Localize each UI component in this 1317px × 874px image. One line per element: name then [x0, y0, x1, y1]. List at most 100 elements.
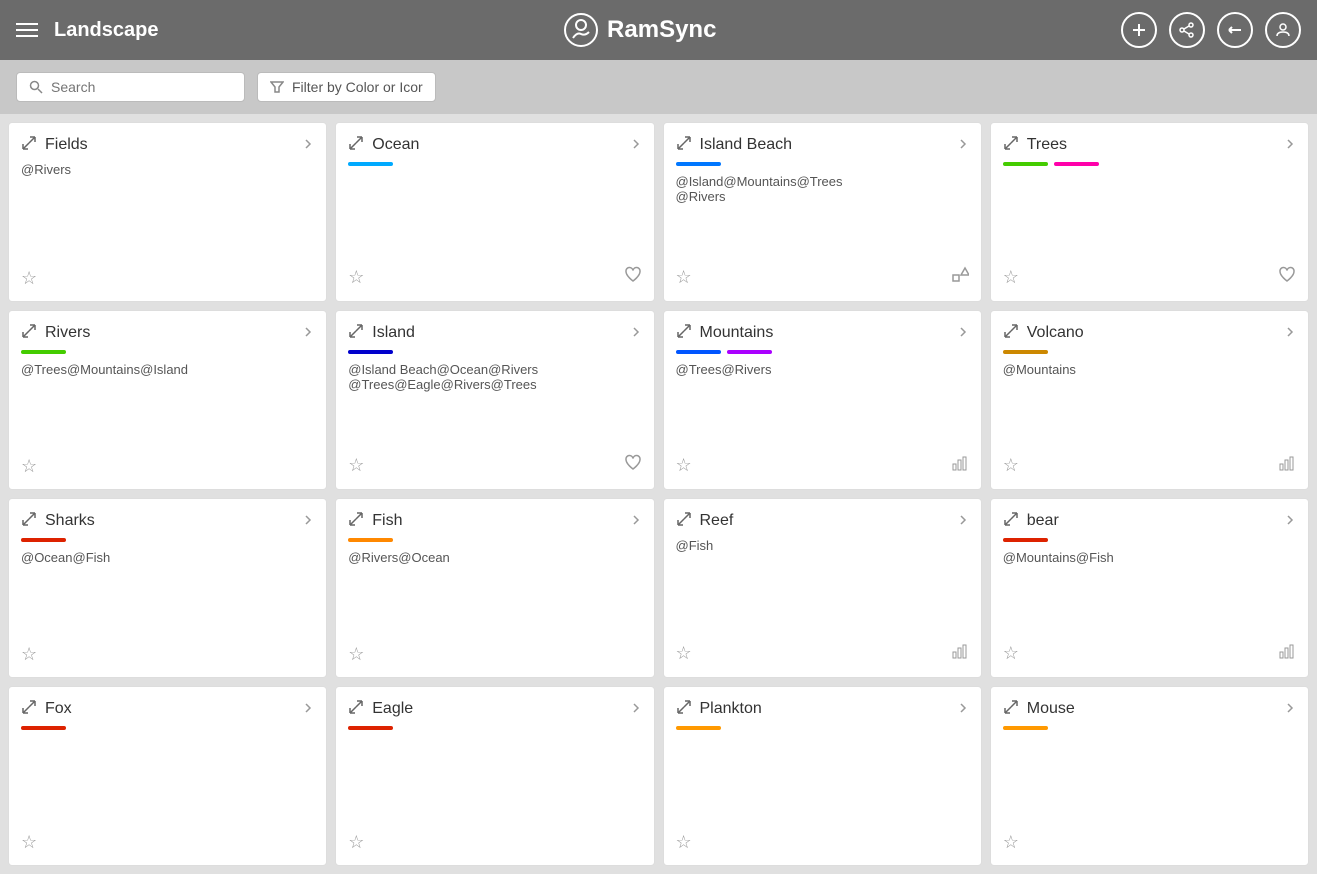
filter-container[interactable]: Filter by Color or Icor	[257, 72, 436, 102]
heart-icon[interactable]	[624, 454, 642, 477]
star-icon[interactable]: ☆	[676, 455, 692, 476]
star-icon[interactable]: ☆	[348, 644, 364, 665]
chevron-right-icon[interactable]	[957, 325, 969, 341]
expand-icon[interactable]	[676, 511, 692, 530]
card-footer: ☆	[1003, 634, 1296, 665]
expand-icon[interactable]	[21, 511, 37, 530]
app-title: Landscape	[54, 19, 158, 42]
chevron-right-icon[interactable]	[630, 701, 642, 717]
card-title: Volcano	[1027, 324, 1084, 342]
chevron-right-icon[interactable]	[957, 513, 969, 529]
star-icon[interactable]: ☆	[676, 267, 692, 288]
expand-icon[interactable]	[1003, 135, 1019, 154]
expand-icon[interactable]	[676, 135, 692, 154]
heart-icon[interactable]	[624, 266, 642, 289]
card-fish: Fish @Rivers@Ocean☆	[335, 498, 654, 678]
chevron-right-icon[interactable]	[1284, 137, 1296, 153]
chevron-right-icon[interactable]	[957, 137, 969, 153]
expand-icon[interactable]	[1003, 699, 1019, 718]
logo-text: RamSync	[607, 16, 716, 44]
star-icon[interactable]: ☆	[21, 644, 37, 665]
search-container[interactable]	[16, 72, 245, 102]
logo-icon	[563, 12, 599, 48]
expand-icon[interactable]	[348, 323, 364, 342]
star-icon[interactable]: ☆	[21, 268, 37, 289]
toolbar: Filter by Color or Icor	[0, 60, 1317, 114]
card-bear: bear @Mountains@Fish☆	[990, 498, 1309, 678]
star-icon[interactable]: ☆	[21, 456, 37, 477]
chevron-right-icon[interactable]	[302, 137, 314, 153]
chevron-right-icon[interactable]	[302, 513, 314, 529]
expand-icon[interactable]	[676, 323, 692, 342]
expand-icon[interactable]	[348, 135, 364, 154]
color-bar	[348, 538, 393, 542]
chevron-right-icon[interactable]	[1284, 513, 1296, 529]
star-icon[interactable]: ☆	[348, 455, 364, 476]
star-icon[interactable]: ☆	[1003, 455, 1019, 476]
color-bar	[676, 350, 721, 354]
heart-icon[interactable]	[1278, 266, 1296, 289]
card-footer: ☆	[348, 446, 641, 477]
search-input[interactable]	[51, 79, 232, 95]
expand-icon[interactable]	[676, 699, 692, 718]
chevron-right-icon[interactable]	[630, 513, 642, 529]
color-bars	[21, 538, 314, 542]
expand-icon[interactable]	[1003, 323, 1019, 342]
star-icon[interactable]: ☆	[348, 832, 364, 853]
star-icon[interactable]: ☆	[348, 267, 364, 288]
chevron-right-icon[interactable]	[1284, 325, 1296, 341]
star-icon[interactable]: ☆	[1003, 832, 1019, 853]
expand-icon[interactable]	[348, 699, 364, 718]
card-header: Fish	[348, 511, 641, 530]
sync-button[interactable]	[1217, 12, 1253, 48]
expand-icon[interactable]	[1003, 511, 1019, 530]
expand-icon[interactable]	[21, 323, 37, 342]
expand-icon[interactable]	[21, 135, 37, 154]
expand-icon[interactable]	[348, 511, 364, 530]
card-title: Fox	[45, 700, 72, 718]
card-sharks: Sharks @Ocean@Fish☆	[8, 498, 327, 678]
color-bar	[348, 162, 393, 166]
card-island: Island @Island Beach@Ocean@Rivers @Trees…	[335, 310, 654, 490]
filter-icon	[270, 80, 284, 94]
shape-icon[interactable]	[951, 266, 969, 289]
chevron-right-icon[interactable]	[302, 325, 314, 341]
card-rivers: Rivers @Trees@Mountains@Island☆	[8, 310, 327, 490]
color-bars	[21, 726, 314, 730]
card-title: Fields	[45, 136, 88, 154]
color-bar	[348, 726, 393, 730]
add-button[interactable]	[1121, 12, 1157, 48]
chart-icon[interactable]	[1278, 454, 1296, 477]
chevron-right-icon[interactable]	[957, 701, 969, 717]
header-center: RamSync	[158, 12, 1121, 48]
chevron-right-icon[interactable]	[1284, 701, 1296, 717]
chevron-right-icon[interactable]	[630, 325, 642, 341]
color-bar	[1054, 162, 1099, 166]
star-icon[interactable]: ☆	[676, 832, 692, 853]
star-icon[interactable]: ☆	[676, 643, 692, 664]
color-bar	[676, 162, 721, 166]
header-left: Landscape	[16, 19, 158, 42]
color-bars	[676, 162, 969, 166]
chevron-right-icon[interactable]	[302, 701, 314, 717]
card-tags: @Rivers	[21, 162, 314, 260]
card-title: Sharks	[45, 512, 95, 530]
star-icon[interactable]: ☆	[1003, 643, 1019, 664]
chart-icon[interactable]	[951, 454, 969, 477]
chart-icon[interactable]	[951, 642, 969, 665]
color-bar	[1003, 538, 1048, 542]
color-bars	[348, 538, 641, 542]
card-header: Mountains	[676, 323, 969, 342]
expand-icon[interactable]	[21, 699, 37, 718]
card-plankton: Plankton ☆	[663, 686, 982, 866]
share-button[interactable]	[1169, 12, 1205, 48]
chart-icon[interactable]	[1278, 642, 1296, 665]
user-button[interactable]	[1265, 12, 1301, 48]
chevron-right-icon[interactable]	[630, 137, 642, 153]
color-bar	[1003, 162, 1048, 166]
star-icon[interactable]: ☆	[1003, 267, 1019, 288]
color-bars	[1003, 350, 1296, 354]
hamburger-menu[interactable]	[16, 23, 38, 37]
star-icon[interactable]: ☆	[21, 832, 37, 853]
color-bars	[348, 162, 641, 166]
